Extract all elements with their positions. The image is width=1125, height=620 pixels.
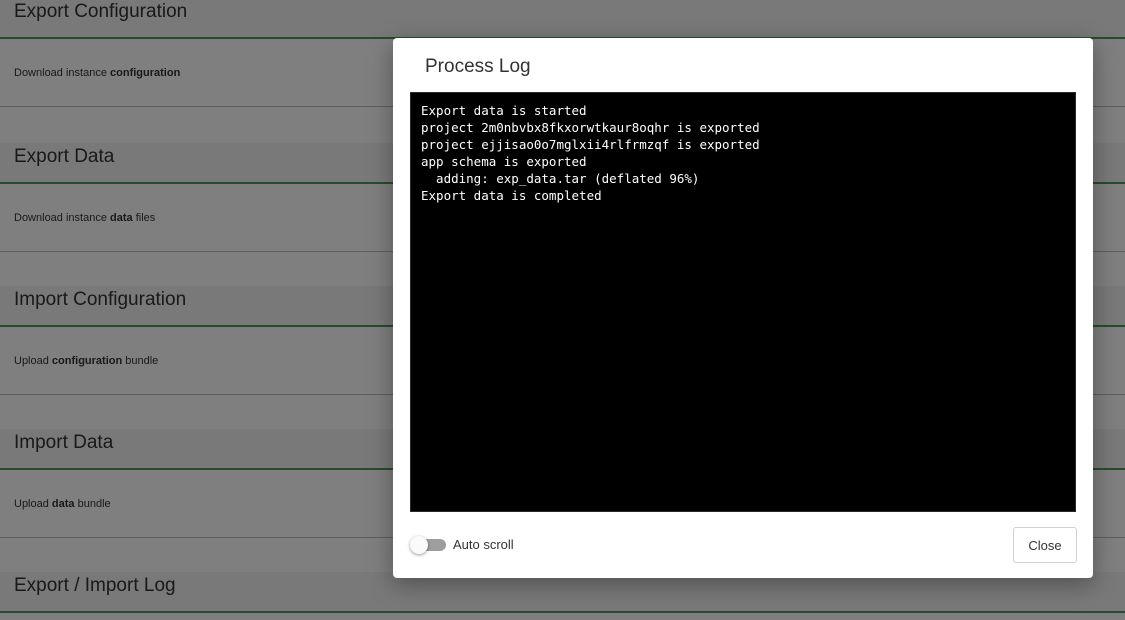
- log-line: adding: exp_data.tar (deflated 96%): [421, 171, 700, 186]
- dialog-title: Process Log: [425, 56, 531, 77]
- log-line: Export data is started: [421, 103, 587, 118]
- section-description: Upload configuration bundle: [14, 355, 159, 367]
- log-line: app schema is exported: [421, 154, 587, 169]
- section-title: Import Data: [14, 432, 114, 453]
- section-description: Download instance configuration: [14, 67, 181, 79]
- section-description: Upload data bundle: [14, 498, 111, 510]
- section-header[interactable]: Export / Import Log: [0, 572, 1125, 613]
- page: Export Configuration Download instance c…: [0, 0, 1125, 620]
- section-description: Download instance data files: [14, 212, 156, 224]
- auto-scroll-label: Auto scroll: [453, 537, 514, 552]
- auto-scroll-toggle[interactable]: [410, 536, 446, 554]
- section-title: Export / Import Log: [14, 575, 176, 596]
- log-line: Export data is completed: [421, 188, 602, 203]
- close-button[interactable]: Close: [1013, 527, 1077, 563]
- section-title: Import Configuration: [14, 289, 187, 310]
- section-header[interactable]: Export Configuration: [0, 0, 1125, 39]
- toggle-knob: [410, 536, 428, 554]
- process-log-dialog: Process Log Export data is started proje…: [393, 38, 1093, 578]
- section-title: Export Data: [14, 146, 115, 167]
- log-line: project 2m0nbvbx8fkxorwtkaur8oqhr is exp…: [421, 120, 760, 135]
- section-export-import-log: Export / Import Log: [0, 572, 1125, 613]
- log-line: project ejjisao0o7mglxii4rlfrmzqf is exp…: [421, 137, 760, 152]
- section-title: Export Configuration: [14, 1, 188, 22]
- log-output[interactable]: Export data is started project 2m0nbvbx8…: [410, 92, 1076, 512]
